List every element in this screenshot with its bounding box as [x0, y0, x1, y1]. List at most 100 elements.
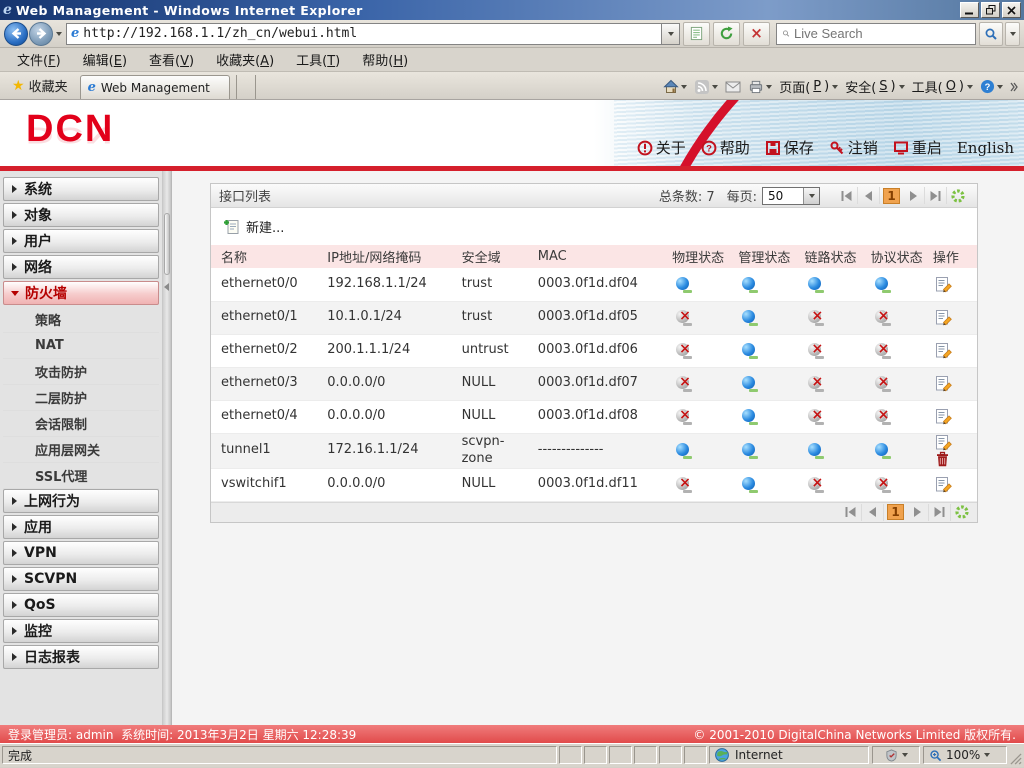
- sidebar-item-net-behavior[interactable]: 上网行为: [3, 489, 159, 513]
- sidebar-subitem-attack-defense[interactable]: 攻击防护: [3, 359, 159, 385]
- edit-button[interactable]: [935, 408, 953, 425]
- sidebar-item-vpn[interactable]: VPN: [3, 541, 159, 565]
- search-options-dropdown[interactable]: [1005, 21, 1020, 46]
- sidebar-item-monitor[interactable]: 监控: [3, 619, 159, 643]
- edit-button[interactable]: [935, 476, 953, 493]
- sidebar-item-log-report[interactable]: 日志报表: [3, 645, 159, 669]
- nav-history-dropdown[interactable]: [56, 31, 62, 36]
- about-icon: [637, 140, 653, 155]
- protected-mode-button[interactable]: [872, 746, 920, 764]
- chevron-right-icon: [12, 601, 17, 609]
- edit-button[interactable]: [935, 309, 953, 326]
- last-page-button[interactable]: [925, 187, 947, 204]
- tools-menu-button[interactable]: 工具(O): [912, 77, 973, 96]
- next-page-button[interactable]: [903, 187, 925, 204]
- mac-address: --------------: [527, 433, 663, 469]
- reboot-icon: [893, 141, 908, 154]
- resize-grip[interactable]: [1007, 745, 1022, 765]
- menu-file[interactable]: 文件(F): [6, 48, 72, 71]
- zoom-button[interactable]: 100%: [923, 746, 1007, 764]
- refresh-button[interactable]: [947, 187, 969, 204]
- edit-button[interactable]: [935, 342, 953, 359]
- feeds-button[interactable]: [694, 79, 719, 95]
- tab-web-management[interactable]: e Web Management: [79, 75, 230, 99]
- favorites-button[interactable]: ★ 收藏夹: [4, 72, 76, 99]
- delete-button[interactable]: [935, 451, 953, 468]
- last-page-button[interactable]: [929, 503, 951, 521]
- splitter-handle[interactable]: [164, 213, 170, 275]
- prev-page-button[interactable]: [862, 503, 884, 521]
- search-box[interactable]: [776, 22, 976, 45]
- about-button[interactable]: 关于: [637, 137, 686, 158]
- read-mail-button[interactable]: [725, 80, 741, 94]
- ip-netmask: 10.1.0.1/24: [317, 301, 452, 335]
- sidebar-item-application[interactable]: 应用: [3, 515, 159, 539]
- menu-tools[interactable]: 工具(T): [285, 48, 351, 71]
- prev-page-button[interactable]: [858, 187, 880, 204]
- search-go-button[interactable]: [979, 21, 1003, 46]
- sidebar-item-firewall[interactable]: 防火墙: [3, 281, 159, 305]
- safety-menu-button[interactable]: 安全(S): [845, 77, 905, 96]
- back-button[interactable]: [4, 21, 28, 46]
- sidebar-item-network[interactable]: 网络: [3, 255, 159, 279]
- sidebar-subitem-session-limit[interactable]: 会话限制: [3, 411, 159, 437]
- edit-button[interactable]: [935, 375, 953, 392]
- sidebar-subitem-nat[interactable]: NAT: [3, 333, 159, 359]
- forward-button[interactable]: [29, 21, 53, 46]
- stop-button[interactable]: ×: [743, 21, 770, 46]
- sidebar-item-object[interactable]: 对象: [3, 203, 159, 227]
- first-page-button[interactable]: [840, 503, 862, 521]
- url-input[interactable]: [83, 26, 657, 41]
- edit-icon: [935, 376, 952, 392]
- minimize-button[interactable]: [960, 2, 979, 18]
- sidebar-subitem-ssl-proxy[interactable]: SSL代理: [3, 463, 159, 489]
- menu-help[interactable]: 帮助(H): [351, 48, 419, 71]
- refresh-page-button[interactable]: [713, 21, 740, 46]
- login-info: 登录管理员: admin 系统时间: 2013年3月2日 星期六 12:28:3…: [8, 727, 357, 742]
- admin-status-up-icon: [742, 477, 759, 494]
- refresh-button[interactable]: [951, 504, 973, 521]
- chevron-right-icon: [12, 523, 17, 531]
- restore-button[interactable]: [981, 2, 1000, 18]
- sidebar-item-qos[interactable]: QoS: [3, 593, 159, 617]
- main-area: 系统 对象 用户 网络 防火墙 策略 NAT 攻击防护 二层防护 会话限制 应用层网关 SSL代理 上网…: [0, 171, 1024, 725]
- sidebar-item-system[interactable]: 系统: [3, 177, 159, 201]
- page-menu-button[interactable]: 页面(P): [779, 77, 839, 96]
- home-button[interactable]: [663, 79, 688, 95]
- close-button[interactable]: [1002, 2, 1021, 18]
- per-page-select[interactable]: 50: [762, 186, 820, 205]
- select-dropdown-icon[interactable]: [803, 187, 819, 204]
- sidebar-subitem-policy[interactable]: 策略: [3, 307, 159, 333]
- admin-status-up-icon: [742, 310, 759, 327]
- sidebar-item-user[interactable]: 用户: [3, 229, 159, 253]
- menu-edit[interactable]: 编辑(E): [72, 48, 138, 71]
- address-dropdown-button[interactable]: [662, 22, 680, 45]
- print-button[interactable]: [748, 79, 773, 94]
- first-page-button[interactable]: [836, 187, 858, 204]
- next-page-button[interactable]: [907, 503, 929, 521]
- new-button[interactable]: 新建...: [223, 217, 284, 236]
- help-button[interactable]: ? 帮助: [701, 137, 750, 158]
- sidebar-splitter[interactable]: [163, 171, 172, 725]
- save-button[interactable]: 保存: [765, 137, 814, 158]
- help-menu-button[interactable]: ?: [980, 79, 1003, 94]
- splitter-collapse-icon[interactable]: [164, 283, 169, 291]
- english-button[interactable]: English: [957, 139, 1014, 157]
- edit-button[interactable]: [935, 276, 953, 293]
- sidebar-subitem-alg[interactable]: 应用层网关: [3, 437, 159, 463]
- compatibility-view-button[interactable]: [683, 21, 710, 46]
- col-mac: MAC: [527, 245, 663, 268]
- sidebar-item-scvpn[interactable]: SCVPN: [3, 567, 159, 591]
- reboot-button[interactable]: 重启: [893, 137, 942, 158]
- sidebar-subitem-l2-protection[interactable]: 二层防护: [3, 385, 159, 411]
- logout-button[interactable]: 注销: [829, 137, 878, 158]
- page-favicon: e: [71, 26, 80, 41]
- chevron-more-icon[interactable]: [1010, 82, 1018, 92]
- search-input[interactable]: [794, 26, 970, 41]
- menu-favorites[interactable]: 收藏夹(A): [205, 48, 285, 71]
- col-protocol-status: 协议状态: [860, 245, 927, 268]
- refresh-icon: [951, 188, 965, 203]
- address-field[interactable]: e: [66, 22, 662, 45]
- edit-button[interactable]: [935, 434, 953, 451]
- menu-view[interactable]: 查看(V): [138, 48, 205, 71]
